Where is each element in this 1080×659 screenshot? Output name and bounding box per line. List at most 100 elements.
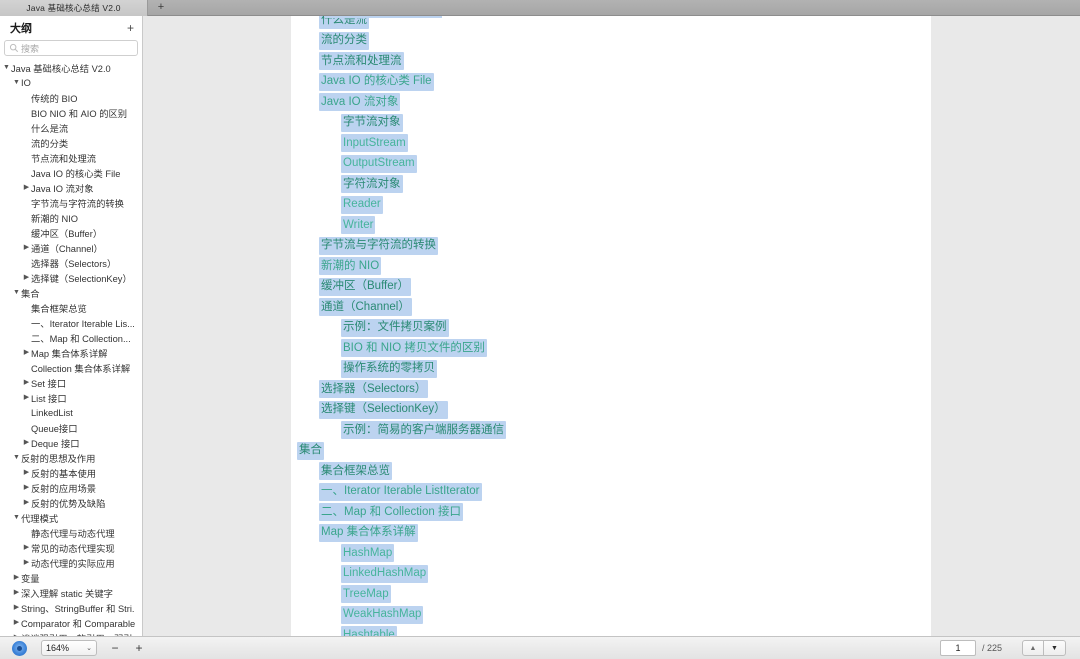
collapsed-arrow-icon[interactable]: ▶ [12,574,21,581]
toc-entry[interactable]: Reader [291,195,931,216]
outline-tree-item[interactable]: ▸二、Map 和 Collection... [0,330,142,345]
outline-tree-item[interactable]: ▼ Java 基础核心总结 V2.0 [0,60,142,75]
collapsed-arrow-icon[interactable]: ▶ [22,469,31,476]
outline-tree-item[interactable]: ▶ Comparator 和 Comparable [0,615,142,630]
outline-tree-item[interactable]: ▸节点流和处理流 [0,150,142,165]
outline-tree-item[interactable]: ▶ 通道（Channel） [0,240,142,255]
toc-entry[interactable]: 字节流与字符流的转换 [291,236,931,257]
page-number-input[interactable]: 1 [939,640,976,656]
outline-tree-item[interactable]: ▶ 反射的应用场景 [0,480,142,495]
toc-entry[interactable]: 字符流对象 [291,174,931,195]
outline-tree-item[interactable]: ▶ 常见的动态代理实现 [0,540,142,555]
collapsed-arrow-icon[interactable]: ▶ [22,439,31,446]
outline-tree-item[interactable]: ▶ List 接口 [0,390,142,405]
toc-entry[interactable]: 集合框架总览 [291,461,931,482]
toc-entry[interactable]: 字节流对象 [291,113,931,134]
collapsed-arrow-icon[interactable]: ▶ [12,604,21,611]
outline-tree-item[interactable]: ▼ 集合 [0,285,142,300]
toc-entry[interactable]: LinkedHashMap [291,564,931,585]
outline-tree-item[interactable]: ▸新潮的 NIO [0,210,142,225]
outline-tree-item[interactable]: ▸缓冲区（Buffer） [0,225,142,240]
collapsed-arrow-icon[interactable]: ▶ [22,244,31,251]
tab-document[interactable]: Java 基础核心总结 V2.0 [0,0,148,16]
outline-tree-item[interactable]: ▶ Deque 接口 [0,435,142,450]
expanded-arrow-icon[interactable]: ▼ [2,64,11,71]
toc-entry[interactable]: 二、Map 和 Collection 接口 [291,502,931,523]
toc-entry[interactable]: InputStream [291,133,931,154]
toc-entry[interactable]: 选择器（Selectors） [291,379,931,400]
toc-entry[interactable]: 示例：简易的客户端服务器通信 [291,420,931,441]
outline-tree[interactable]: ▼Java 基础核心总结 V2.0▼IO▸传统的 BIO▸BIO NIO 和 A… [0,59,142,637]
outline-tree-item[interactable]: ▶ Map 集合体系详解 [0,345,142,360]
outline-tree-item[interactable]: ▼ 反射的思想及作用 [0,450,142,465]
collapsed-arrow-icon[interactable]: ▶ [12,589,21,596]
expanded-arrow-icon[interactable]: ▼ [12,454,21,461]
outline-tree-item[interactable]: ▸选择器（Selectors） [0,255,142,270]
toc-entry[interactable]: Java IO 流对象 [291,92,931,113]
expanded-arrow-icon[interactable]: ▼ [12,514,21,521]
zoom-level-select[interactable]: 164% ⌄ [41,640,97,656]
collapsed-arrow-icon[interactable]: ▶ [22,484,31,491]
toc-entry[interactable]: 选择键（SelectionKey） [291,400,931,421]
toc-entry[interactable]: 通道（Channel） [291,297,931,318]
outline-tree-item[interactable]: ▶ String、StringBuffer 和 Stri. [0,600,142,615]
toc-entry[interactable]: OutputStream [291,154,931,175]
toc-entry[interactable]: 新潮的 NIO [291,256,931,277]
outline-tree-item[interactable]: ▸静态代理与动态代理 [0,525,142,540]
expanded-arrow-icon[interactable]: ▼ [12,289,21,296]
outline-tree-item[interactable]: ▶ Set 接口 [0,375,142,390]
previous-page-button[interactable]: ▲ [1022,640,1044,656]
toc-entry[interactable]: 节点流和处理流 [291,51,931,72]
collapsed-arrow-icon[interactable]: ▶ [22,274,31,281]
collapsed-arrow-icon[interactable]: ▶ [22,379,31,386]
outline-tree-item[interactable]: ▶ 选择键（SelectionKey） [0,270,142,285]
toc-entry[interactable]: Writer [291,215,931,236]
outline-tree-item[interactable]: ▸Java IO 的核心类 File [0,165,142,180]
outline-tree-item[interactable]: ▼ IO [0,75,142,90]
collapsed-arrow-icon[interactable]: ▶ [22,394,31,401]
toc-entry[interactable]: Map 集合体系详解 [291,523,931,544]
toc-entry[interactable]: Hashtable [291,625,931,636]
outline-search-box[interactable]: 搜索 [4,40,138,56]
toc-entry[interactable]: BIO 和 NIO 拷贝文件的区别 [291,338,931,359]
outline-tree-item[interactable]: ▼ 代理模式 [0,510,142,525]
collapsed-arrow-icon[interactable]: ▶ [22,349,31,356]
outline-tree-item[interactable]: ▶ 反射的优势及缺陷 [0,495,142,510]
expanded-arrow-icon[interactable]: ▼ [12,79,21,86]
outline-tree-item[interactable]: ▸传统的 BIO [0,90,142,105]
collapsed-arrow-icon[interactable]: ▶ [22,544,31,551]
toc-entry[interactable]: 集合 [291,441,931,462]
collapsed-arrow-icon[interactable]: ▶ [22,559,31,566]
toc-entry[interactable]: 缓冲区（Buffer） [291,277,931,298]
outline-tree-item[interactable]: ▸集合框架总览 [0,300,142,315]
toc-entry[interactable]: TreeMap [291,584,931,605]
outline-tree-item[interactable]: ▶ 变量 [0,570,142,585]
eye-icon[interactable] [12,640,27,656]
collapsed-arrow-icon[interactable]: ▶ [22,184,31,191]
toc-entry[interactable]: HashMap [291,543,931,564]
outline-tree-item[interactable]: ▸一、Iterator Iterable Lis... [0,315,142,330]
toc-entry[interactable]: WeakHashMap [291,605,931,626]
collapsed-arrow-icon[interactable]: ▶ [22,499,31,506]
collapsed-arrow-icon[interactable]: ▶ [12,619,21,626]
outline-tree-item[interactable]: ▸BIO NIO 和 AIO 的区别 [0,105,142,120]
outline-tree-item[interactable]: ▸Collection 集合体系详解 [0,360,142,375]
toc-entry[interactable]: 示例：文件拷贝案例 [291,318,931,339]
document-viewer[interactable]: 什么是流 流的分类 节点流和处理流 Java IO 的核心类 File Java IO … [143,16,1080,636]
outline-tree-item[interactable]: ▸Queue接口 [0,420,142,435]
zoom-in-button[interactable]: + [133,642,145,654]
outline-tree-item[interactable]: ▶ 反射的基本使用 [0,465,142,480]
add-outline-button[interactable]: + [127,22,134,34]
outline-tree-item[interactable]: ▶ 动态代理的实际应用 [0,555,142,570]
outline-tree-item[interactable]: ▸什么是流 [0,120,142,135]
outline-tree-item[interactable]: ▸流的分类 [0,135,142,150]
new-tab-button[interactable]: + [148,0,174,15]
toc-entry[interactable]: 一、Iterator Iterable ListIterator [291,482,931,503]
zoom-out-button[interactable]: − [109,642,121,654]
outline-tree-item[interactable]: ▸字节流与字符流的转换 [0,195,142,210]
outline-tree-item[interactable]: ▶ 深入理解 static 关键字 [0,585,142,600]
toc-entry[interactable]: 操作系统的零拷贝 [291,359,931,380]
toc-entry[interactable]: 什么是流 [291,16,931,31]
outline-tree-item[interactable]: ▸LinkedList [0,405,142,420]
toc-entry[interactable]: 流的分类 [291,31,931,52]
